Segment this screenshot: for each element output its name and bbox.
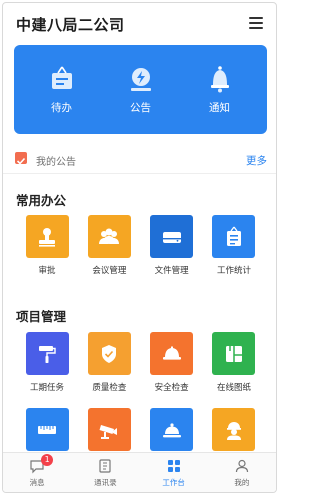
tab-workbench[interactable]: 工作台 bbox=[144, 453, 204, 492]
shield-check-icon bbox=[87, 332, 131, 375]
bottom-tab-bar: 1 消息 通讯录 工作台 我的 bbox=[3, 452, 276, 492]
tab-label-contacts: 通讯录 bbox=[94, 478, 117, 487]
tab-contacts[interactable]: 通讯录 bbox=[75, 453, 135, 492]
hamburger-menu-icon[interactable] bbox=[249, 17, 263, 29]
tab-label-messages: 消息 bbox=[29, 478, 45, 487]
announcement-icon bbox=[126, 64, 156, 94]
section-divider bbox=[3, 173, 276, 174]
bell-icon bbox=[205, 64, 235, 94]
project-label-drawings: 在线图纸 bbox=[216, 383, 251, 393]
worker-icon bbox=[212, 408, 256, 451]
office-item-statistics[interactable]: 工作统计 bbox=[208, 215, 260, 276]
project-label-schedule: 工期任务 bbox=[29, 383, 64, 393]
clipboard-list-icon bbox=[212, 215, 256, 258]
hard-hat-icon bbox=[150, 332, 194, 375]
todo-sign-icon bbox=[47, 64, 77, 94]
quick-entry-banner: 待办 公告 通知 bbox=[14, 45, 267, 134]
project-item-measure[interactable] bbox=[21, 408, 73, 451]
project-item-service[interactable] bbox=[146, 408, 198, 451]
user-icon bbox=[235, 459, 248, 473]
tab-profile[interactable]: 我的 bbox=[212, 453, 272, 492]
project-item-schedule[interactable]: 工期任务 bbox=[21, 332, 73, 393]
paint-roller-icon bbox=[25, 332, 69, 375]
tab-label-workbench: 工作台 bbox=[162, 478, 185, 487]
project-item-drawings[interactable]: 在线图纸 bbox=[208, 332, 260, 393]
more-link[interactable]: 更多 bbox=[246, 153, 267, 168]
banner-label-announcement: 公告 bbox=[130, 102, 151, 114]
blueprint-icon bbox=[212, 332, 256, 375]
office-grid: 审批 会议管理 文件管理 工作统计 bbox=[11, 215, 270, 276]
unread-badge: 1 bbox=[41, 454, 54, 466]
office-item-approval[interactable]: 审批 bbox=[21, 215, 73, 276]
service-bell-icon bbox=[150, 408, 194, 451]
cctv-camera-icon bbox=[87, 408, 131, 451]
office-item-files[interactable]: 文件管理 bbox=[146, 215, 198, 276]
banner-item-todo[interactable]: 待办 bbox=[32, 64, 92, 115]
my-announcements-label: 我的公告 bbox=[36, 157, 76, 168]
announcement-check-icon bbox=[15, 152, 27, 165]
banner-label-todo: 待办 bbox=[51, 102, 72, 114]
banner-item-notice[interactable]: 通知 bbox=[190, 64, 250, 115]
project-item-quality[interactable]: 质量检查 bbox=[83, 332, 135, 393]
project-grid-row2 bbox=[11, 408, 270, 451]
stamp-icon bbox=[25, 215, 69, 258]
project-item-staff[interactable] bbox=[208, 408, 260, 451]
tab-messages[interactable]: 1 消息 bbox=[7, 453, 67, 492]
project-section-title: 项目管理 bbox=[16, 309, 67, 324]
office-label-files: 文件管理 bbox=[154, 266, 189, 276]
banner-label-notice: 通知 bbox=[209, 102, 230, 114]
banner-item-announcement[interactable]: 公告 bbox=[111, 64, 171, 115]
office-label-statistics: 工作统计 bbox=[216, 266, 251, 276]
grid-icon bbox=[167, 460, 180, 472]
my-announcements-row[interactable]: 我的公告 更多 bbox=[14, 149, 267, 169]
project-item-monitor[interactable] bbox=[83, 408, 135, 451]
people-group-icon bbox=[87, 215, 131, 258]
office-item-meeting[interactable]: 会议管理 bbox=[83, 215, 135, 276]
tab-label-profile: 我的 bbox=[234, 478, 250, 487]
app-frame: 中建八局二公司 待办 公告 通知 我的公告 更多 常用办公 审批 会议管理 文件… bbox=[2, 2, 277, 493]
office-section-title: 常用办公 bbox=[16, 193, 67, 208]
address-book-icon bbox=[99, 459, 111, 473]
project-item-safety[interactable]: 安全检查 bbox=[146, 332, 198, 393]
ruler-icon bbox=[25, 408, 69, 451]
app-title: 中建八局二公司 bbox=[16, 16, 125, 34]
project-grid: 工期任务 质量检查 安全检查 在线图纸 bbox=[11, 332, 270, 393]
project-label-quality: 质量检查 bbox=[92, 383, 127, 393]
project-label-safety: 安全检查 bbox=[154, 383, 189, 393]
office-label-meeting: 会议管理 bbox=[92, 266, 127, 276]
office-label-approval: 审批 bbox=[38, 266, 56, 276]
app-header: 中建八局二公司 bbox=[3, 3, 276, 45]
hard-drive-icon bbox=[150, 215, 194, 258]
